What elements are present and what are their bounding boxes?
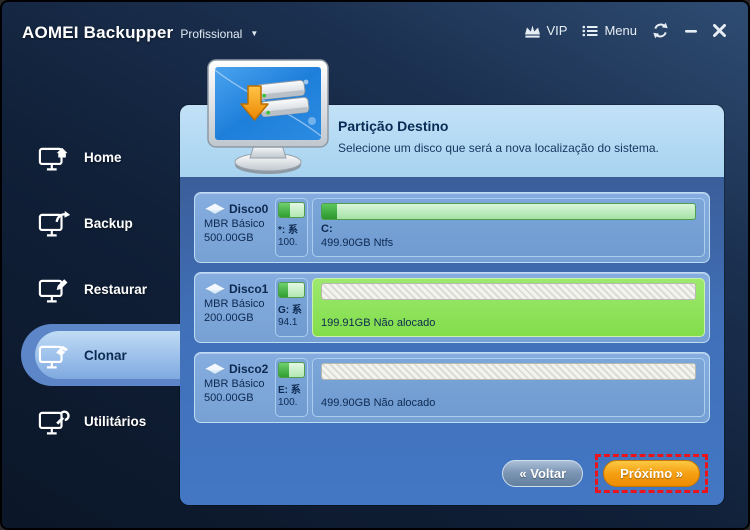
titlebar-controls: VIP Menu [524,22,727,39]
back-button[interactable]: « Voltar [502,460,583,487]
clone-icon [38,342,72,369]
disk-row-disco0[interactable]: Disco0 MBR Básico 500.00GB *: 系 100. C: … [194,192,710,263]
partition-label: G: 系 [278,301,305,316]
menu-button[interactable]: Menu [582,23,637,38]
sidebar-item-backup[interactable]: Backup [2,190,180,256]
partition-letter: C: [321,223,696,236]
page-title: Partição Destino [338,118,714,134]
sidebar-item-label: Clonar [84,348,127,363]
partition-size: 100. [278,397,305,408]
menu-label: Menu [604,23,637,38]
disk-list: Disco0 MBR Básico 500.00GB *: 系 100. C: … [180,177,724,505]
partition-system-reserved[interactable]: *: 系 100. [275,198,308,257]
disk-type: MBR Básico [204,378,275,390]
vip-label: VIP [547,23,568,38]
disk-icon [204,202,226,216]
partition-usage-bar [321,283,696,300]
refresh-button[interactable] [652,22,669,39]
disk-size: 500.00GB [204,232,275,244]
header-band: Partição Destino Selecione um disco que … [180,105,724,177]
next-button[interactable]: Próximo » [603,460,700,487]
sidebar-item-utilities[interactable]: Utilitários [2,388,180,454]
footer-actions: « Voltar Próximo » [194,454,710,493]
crown-icon [524,24,541,38]
partition-size: 499.90GB Ntfs [321,237,696,249]
vip-button[interactable]: VIP [524,23,568,38]
disk-type: MBR Básico [204,298,275,310]
partition-usage-bar [278,202,305,218]
app-window: AOMEI Backupper Profissional ▼ VIP Menu [0,0,750,530]
partition-size: 199.91GB Não alocado [321,317,696,329]
restore-icon [38,276,72,303]
sidebar-item-label: Utilitários [84,414,146,429]
disk-info: Disco0 MBR Básico 500.00GB [199,197,275,258]
partition-letter [321,383,696,396]
highlight-dashed-box: Próximo » [595,454,708,493]
page-subtitle: Selecione um disco que será a nova local… [338,141,714,155]
sidebar-item-clone[interactable]: Clonar [2,322,180,388]
app-brand: AOMEI Backupper Profissional ▼ [22,23,258,43]
close-button[interactable] [713,24,726,37]
partition-usage-bar [321,203,696,220]
backup-icon [38,210,72,237]
home-icon [38,144,72,171]
partition-g[interactable]: G: 系 94.1 [275,278,308,337]
partition-label: *: 系 [278,221,305,236]
partition-unallocated[interactable]: 499.90GB Não alocado [312,358,705,417]
app-title: AOMEI Backupper [22,23,173,43]
utilities-icon [38,408,72,435]
main-panel: Partição Destino Selecione um disco que … [180,105,724,505]
disk-info: Disco1 MBR Básico 200.00GB [199,277,275,338]
partition-usage-bar [278,282,305,298]
partition-usage-bar [278,362,305,378]
partition-size: 499.90GB Não alocado [321,397,696,409]
partition-c[interactable]: C: 499.90GB Ntfs [312,198,705,257]
partition-unallocated-selected[interactable]: 199.91GB Não alocado [312,278,705,337]
sidebar-item-home[interactable]: Home [2,124,180,190]
partition-letter [321,303,696,316]
partition-e[interactable]: E: 系 100. [275,358,308,417]
partition-size: 94.1 [278,317,305,328]
partition-label: E: 系 [278,381,305,396]
disk-name: Disco2 [229,362,268,376]
disk-type: MBR Básico [204,218,275,230]
disk-info: Disco2 MBR Básico 500.00GB [199,357,275,418]
sidebar-item-label: Restaurar [84,282,147,297]
partition-usage-bar [321,363,696,380]
disk-name: Disco0 [229,202,268,216]
disk-size: 200.00GB [204,312,275,324]
disk-icon [204,282,226,296]
partition-size: 100. [278,237,305,248]
disk-row-disco2[interactable]: Disco2 MBR Básico 500.00GB E: 系 100. 499… [194,352,710,423]
disk-icon [204,362,226,376]
disk-name: Disco1 [229,282,268,296]
edition-dropdown-caret[interactable]: ▼ [250,29,258,38]
sidebar-item-label: Home [84,150,122,165]
disk-row-disco1[interactable]: Disco1 MBR Básico 200.00GB G: 系 94.1 199… [194,272,710,343]
disk-size: 500.00GB [204,392,275,404]
menu-icon [582,24,598,38]
sidebar-item-restore[interactable]: Restaurar [2,256,180,322]
sidebar: Home Backup Restaurar Clonar U [2,124,180,454]
sidebar-item-label: Backup [84,216,133,231]
minimize-button[interactable] [684,24,698,38]
app-edition[interactable]: Profissional [180,27,242,41]
